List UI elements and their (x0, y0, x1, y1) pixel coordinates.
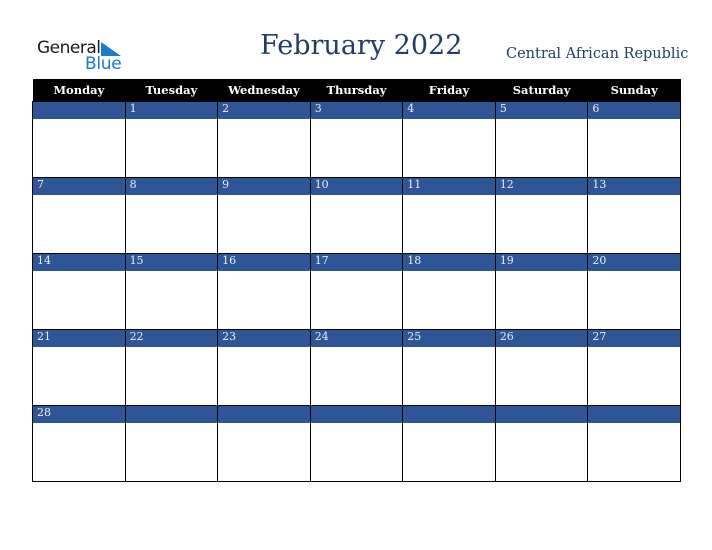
logo-text-blue: Blue (85, 54, 122, 74)
day-cell[interactable] (587, 195, 681, 254)
day-number: 28 (32, 405, 126, 423)
day-cell[interactable] (309, 423, 404, 482)
day-number: 23 (217, 329, 311, 347)
day-cell[interactable] (494, 347, 589, 406)
day-number (309, 405, 404, 423)
weekday-header: Tuesday (125, 79, 218, 102)
day-number (494, 405, 589, 423)
weekday-header: Wednesday (217, 79, 311, 102)
day-cell[interactable] (402, 423, 496, 482)
day-cell[interactable] (124, 347, 219, 406)
day-cell[interactable] (32, 195, 126, 254)
day-number: 14 (32, 253, 126, 271)
day-number: 21 (32, 329, 126, 347)
day-cell[interactable] (32, 119, 126, 178)
day-cell[interactable] (587, 119, 681, 178)
day-number: 4 (402, 101, 496, 119)
day-number: 7 (32, 177, 126, 195)
week-date-row: 7 8 9 10 11 12 13 (32, 177, 681, 195)
day-cell[interactable] (402, 271, 496, 330)
week-body-row (32, 271, 681, 330)
day-cell[interactable] (494, 195, 589, 254)
day-number: 9 (217, 177, 311, 195)
day-number: 16 (217, 253, 311, 271)
day-number: 3 (309, 101, 404, 119)
week-date-row: 123456 (32, 101, 681, 119)
weekday-header-row: Monday Tuesday Wednesday Thursday Friday… (32, 79, 681, 102)
day-cell[interactable] (217, 271, 311, 330)
day-number: 5 (494, 101, 589, 119)
weekday-header: Sunday (587, 79, 681, 102)
day-number: 6 (587, 101, 681, 119)
week-date-row: 14 15 16 17 18 19 20 (32, 253, 681, 271)
day-number (587, 405, 681, 423)
day-cell[interactable] (217, 119, 311, 178)
week-body-row (32, 119, 681, 178)
day-cell[interactable] (494, 271, 589, 330)
week-date-row: 21 22 23 24 25 26 27 (32, 329, 681, 347)
day-cell[interactable] (309, 195, 404, 254)
day-number: 11 (402, 177, 496, 195)
day-number (124, 405, 219, 423)
day-number: 13 (587, 177, 681, 195)
day-cell[interactable] (587, 271, 681, 330)
day-cell[interactable] (402, 347, 496, 406)
day-cell[interactable] (309, 119, 404, 178)
day-number: 18 (402, 253, 496, 271)
week-body-row (32, 347, 681, 406)
weekday-header: Monday (32, 79, 126, 102)
day-cell[interactable] (124, 271, 219, 330)
weekday-header: Saturday (495, 79, 588, 102)
day-cell[interactable] (217, 347, 311, 406)
day-cell[interactable] (402, 119, 496, 178)
week-body-row (32, 423, 681, 482)
day-number (402, 405, 496, 423)
day-number: 20 (587, 253, 681, 271)
day-cell[interactable] (217, 423, 311, 482)
day-cell[interactable] (494, 119, 589, 178)
day-cell[interactable] (124, 119, 219, 178)
day-number: 2 (217, 101, 311, 119)
day-cell[interactable] (217, 195, 311, 254)
day-cell[interactable] (587, 423, 681, 482)
day-cell[interactable] (309, 271, 404, 330)
day-number: 25 (402, 329, 496, 347)
week-body-row (32, 195, 681, 254)
day-number: 8 (124, 177, 219, 195)
day-number: 24 (309, 329, 404, 347)
calendar-grid: Monday Tuesday Wednesday Thursday Friday… (32, 79, 681, 482)
day-cell[interactable] (124, 195, 219, 254)
day-cell[interactable] (309, 347, 404, 406)
page-title: February 2022 (260, 30, 463, 61)
day-number: 10 (309, 177, 404, 195)
day-cell[interactable] (494, 423, 589, 482)
day-cell[interactable] (402, 195, 496, 254)
day-number: 19 (494, 253, 589, 271)
day-number: 26 (494, 329, 589, 347)
day-number (217, 405, 311, 423)
day-number: 12 (494, 177, 589, 195)
day-number: 17 (309, 253, 404, 271)
country-label: Central African Republic (506, 46, 689, 62)
day-cell[interactable] (32, 347, 126, 406)
day-cell[interactable] (32, 423, 126, 482)
day-cell[interactable] (587, 347, 681, 406)
day-number (32, 101, 126, 119)
day-cell[interactable] (32, 271, 126, 330)
day-number: 15 (124, 253, 219, 271)
weekday-header: Thursday (310, 79, 403, 102)
day-number: 27 (587, 329, 681, 347)
day-cell[interactable] (124, 423, 219, 482)
calendar-body: 1 2 3 4 5 6 7 8 9 10 11 12 13 14 15 16 17 18 19 20 21 22 23 24 2… (32, 101, 681, 482)
day-number: 1 (124, 101, 219, 119)
week-date-row: 28 (32, 405, 681, 423)
weekday-header: Friday (402, 79, 496, 102)
day-number: 22 (124, 329, 219, 347)
logo: General Blue (37, 38, 127, 74)
